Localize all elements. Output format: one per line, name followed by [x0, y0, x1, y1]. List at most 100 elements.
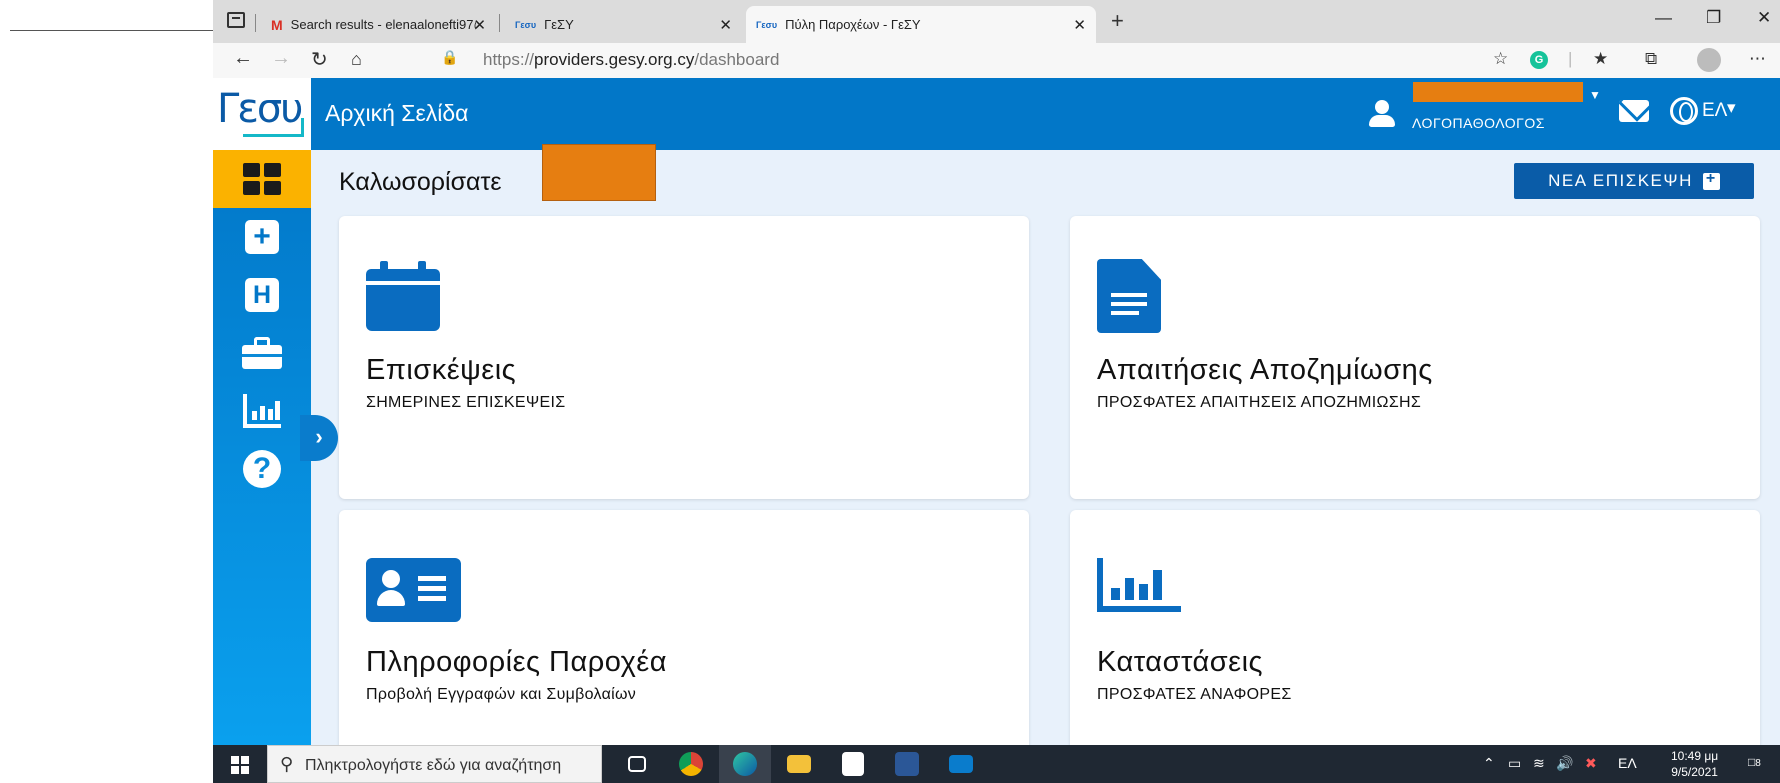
edge-icon[interactable] [719, 745, 771, 783]
store-icon[interactable] [827, 745, 879, 783]
help-icon: ? [243, 450, 281, 488]
restore-icon[interactable]: ❐ [1706, 8, 1721, 28]
tab-providers-portal[interactable]: Γεσυ Πύλη Παροχέων - ΓεΣΥ ✕ [746, 6, 1096, 43]
document-icon [1097, 259, 1161, 333]
more-icon[interactable]: ⋯ [1749, 49, 1766, 69]
sidebar: + H ? [213, 150, 311, 745]
card-visits[interactable]: Επισκέψεις ΣΗΜΕΡΙΝΕΣ ΕΠΙΣΚΕΨΕΙΣ [339, 216, 1029, 499]
new-visit-label: ΝΕΑ ΕΠΙΣΚΕΨΗ [1548, 171, 1693, 190]
toolbar-divider: | [1568, 49, 1573, 68]
notification-count: 8 [1755, 758, 1761, 769]
close-icon[interactable]: ✕ [473, 16, 486, 34]
profile-avatar[interactable] [1697, 48, 1721, 72]
calendar-plus-icon [1702, 170, 1720, 190]
user-icon[interactable] [1368, 100, 1396, 128]
card-reports[interactable]: Καταστάσεις ΠΡΟΣΦΑΤΕΣ ΑΝΑΦΟΡΕΣ [1070, 510, 1760, 783]
chevron-down-icon[interactable]: ▾ [1727, 98, 1736, 118]
battery-icon[interactable]: ▭ [1508, 755, 1521, 772]
close-icon[interactable]: ✕ [719, 16, 732, 34]
redacted-username[interactable] [1413, 82, 1583, 102]
card-subtitle: Προβολή Εγγραφών και Συμβολαίων [366, 686, 637, 703]
tab-label: Πύλη Παροχέων - ΓεΣΥ [785, 17, 921, 32]
card-claims[interactable]: Απαιτήσεις Αποζημίωσης ΠΡΟΣΦΑΤΕΣ ΑΠΑΙΤΗΣ… [1070, 216, 1760, 499]
dashboard-icon [243, 163, 281, 195]
taskbar-clock[interactable]: 10:49 μμ 9/5/2021 [1671, 748, 1718, 780]
clock-date: 9/5/2021 [1671, 765, 1718, 779]
forward-icon[interactable]: → [271, 47, 291, 70]
network-error-icon[interactable]: ✖ [1585, 755, 1597, 772]
card-subtitle: ΠΡΟΣΦΑΤΕΣ ΑΝΑΦΟΡΕΣ [1097, 686, 1292, 703]
briefcase-icon [242, 337, 282, 369]
card-subtitle: ΣΗΜΕΡΙΝΕΣ ΕΠΙΣΚΕΨΕΙΣ [366, 394, 566, 411]
grammarly-icon[interactable]: G [1530, 51, 1548, 69]
sidebar-item-reports[interactable] [213, 382, 311, 440]
gesy-icon: Γεσυ [515, 19, 537, 30]
plus-square-icon: + [245, 220, 279, 254]
notifications-icon[interactable]: □8 [1748, 755, 1761, 769]
lock-icon[interactable]: 🔒 [441, 49, 458, 66]
card-title: Καταστάσεις [1097, 646, 1264, 678]
clock-time: 10:49 μμ [1671, 749, 1719, 763]
hospital-h-icon: H [245, 278, 279, 312]
collections-icon[interactable]: ⧉ [1645, 49, 1657, 69]
back-icon[interactable]: ← [233, 47, 253, 70]
mail-icon[interactable] [1619, 100, 1649, 122]
file-explorer-icon[interactable] [773, 745, 825, 783]
sidebar-item-hospital[interactable]: H [213, 266, 311, 324]
chevron-down-icon[interactable]: ▼ [1589, 88, 1601, 102]
windows-start-icon[interactable] [231, 756, 249, 774]
task-view-icon[interactable] [611, 745, 663, 783]
tab-actions-icon[interactable] [227, 12, 245, 28]
taskbar-search-field[interactable]: ⚲ Πληκτρολογήστε εδώ για αναζήτηση [267, 745, 602, 783]
window-close-icon[interactable]: ✕ [1757, 8, 1771, 28]
globe-icon[interactable] [1670, 97, 1698, 125]
card-title: Απαιτήσεις Αποζημίωσης [1097, 354, 1433, 386]
redacted-name [542, 144, 656, 201]
mail-app-icon[interactable] [935, 745, 987, 783]
input-language[interactable]: ΕΛ [1618, 755, 1637, 771]
bar-chart-icon [243, 394, 281, 428]
wifi-icon[interactable]: ≋ [1533, 755, 1545, 772]
new-tab-button[interactable]: + [1111, 8, 1124, 34]
tray-chevron-icon[interactable]: ⌃ [1483, 755, 1495, 772]
browser-tab-bar: M Search results - elenaalonefti97@ ✕ Γε… [213, 0, 1780, 43]
card-title: Πληροφορίες Παροχέα [366, 646, 668, 678]
close-icon[interactable]: ✕ [1073, 16, 1086, 34]
new-visit-button[interactable]: ΝΕΑ ΕΠΙΣΚΕΨΗ [1514, 163, 1754, 199]
main-content: Καλωσορίσατε ΝΕΑ ΕΠΙΣΚΕΨΗ Επισκέψεις ΣΗΜ… [311, 144, 1780, 783]
language-selector[interactable]: ΕΛ [1702, 100, 1727, 122]
volume-icon[interactable]: 🔊 [1556, 755, 1573, 772]
logo-text: Γεσυ [217, 86, 303, 132]
sidebar-item-new[interactable]: + [213, 208, 311, 266]
page-title: Αρχική Σελίδα [325, 100, 469, 126]
sidebar-item-dashboard[interactable] [213, 150, 311, 208]
add-favorite-icon[interactable]: ☆ [1493, 49, 1508, 69]
refresh-icon[interactable]: ↻ [311, 47, 328, 72]
chrome-icon[interactable] [665, 745, 717, 783]
logo-accent [243, 134, 303, 137]
card-title: Επισκέψεις [366, 354, 517, 386]
user-role: ΛΟΓΟΠΑΘΟΛΟΓΟΣ [1412, 115, 1545, 131]
windows-taskbar: ⚲ Πληκτρολογήστε εδώ για αναζήτηση ⌃ ▭ ≋… [213, 745, 1780, 783]
favorites-icon[interactable]: ★ [1593, 49, 1608, 69]
gesy-logo[interactable]: Γεσυ [213, 78, 311, 150]
sidebar-item-help[interactable]: ? [213, 440, 311, 498]
tab-label: ΓεΣΥ [544, 17, 574, 32]
id-card-icon [366, 558, 461, 622]
url-text[interactable]: https://providers.gesy.org.cy/dashboard [483, 50, 779, 70]
welcome-heading: Καλωσορίσατε [339, 168, 502, 196]
search-placeholder: Πληκτρολογήστε εδώ για αναζήτηση [305, 757, 562, 774]
minimize-icon[interactable]: — [1655, 8, 1672, 28]
browser-address-bar: ← → ↻ ⌂ 🔒 https://providers.gesy.org.cy/… [213, 43, 1780, 78]
tab-gmail[interactable]: M Search results - elenaalonefti97@ ✕ [261, 6, 496, 43]
card-subtitle: ΠΡΟΣΦΑΤΕΣ ΑΠΑΙΤΗΣΕΙΣ ΑΠΟΖΗΜΙΩΣΗΣ [1097, 394, 1422, 411]
sidebar-item-briefcase[interactable] [213, 324, 311, 382]
gmail-icon: M [271, 16, 283, 33]
home-icon[interactable]: ⌂ [351, 49, 362, 70]
word-icon[interactable] [881, 745, 933, 783]
tab-gesy[interactable]: Γεσυ ΓεΣΥ ✕ [505, 6, 742, 43]
tab-label: Search results - elenaalonefti97@ [290, 17, 476, 32]
card-provider-info[interactable]: Πληροφορίες Παροχέα Προβολή Εγγραφών και… [339, 510, 1029, 783]
tab-separator [255, 14, 256, 32]
stray-line [10, 30, 213, 31]
